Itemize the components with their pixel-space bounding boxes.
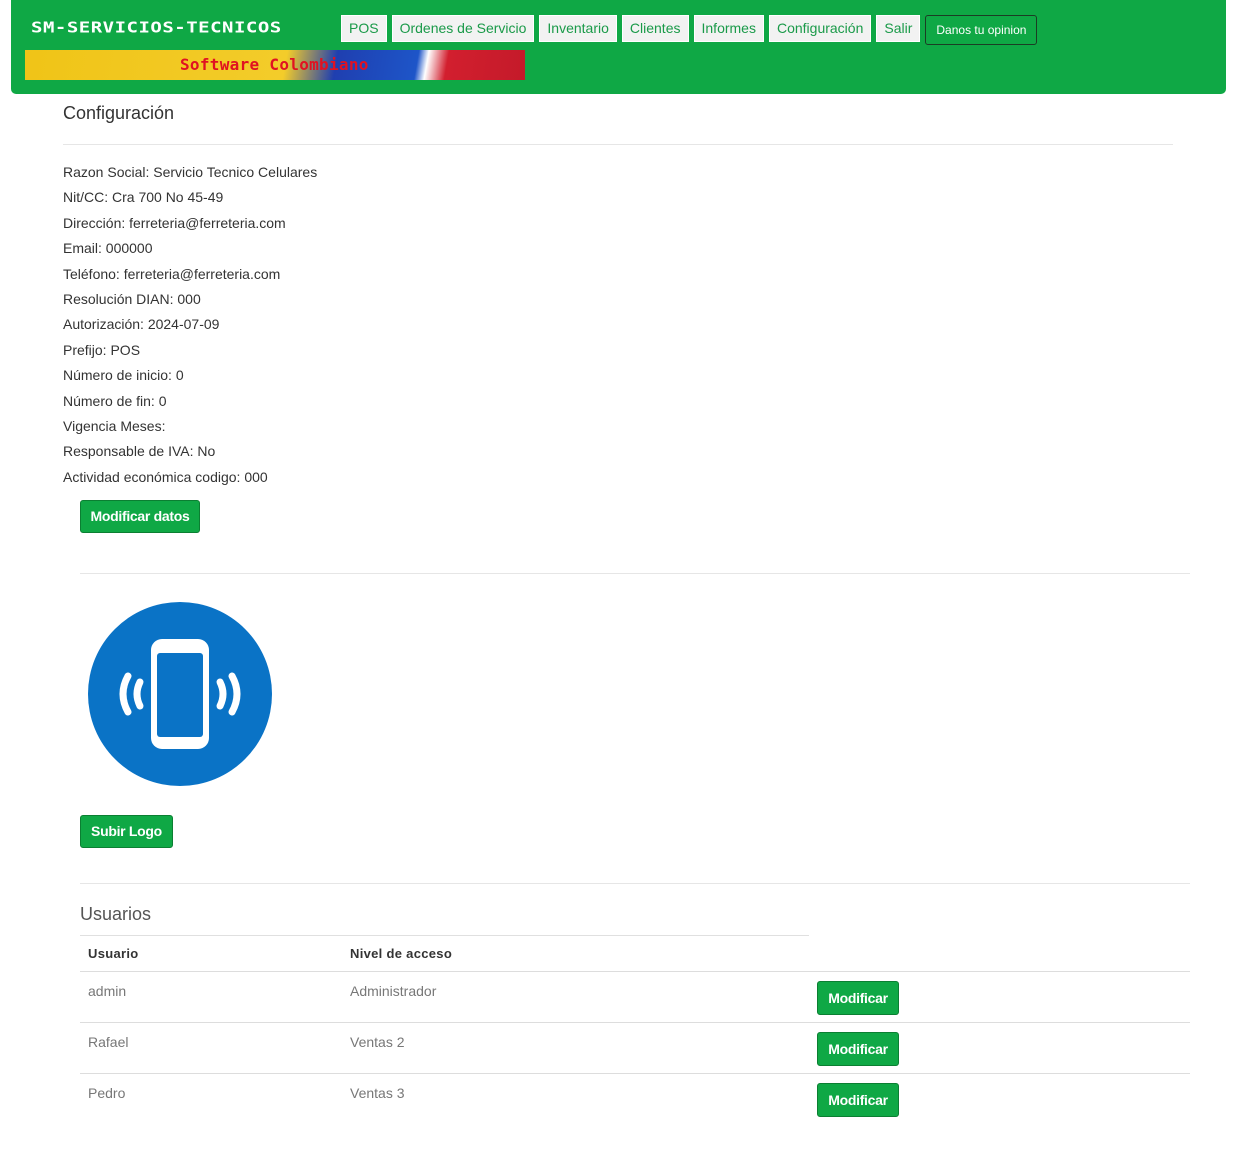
brand-logo[interactable]: SM-SERVICIOS-TECNICOS <box>31 19 282 37</box>
user-level: Ventas 2 <box>350 1034 405 1050</box>
row-divider <box>80 1022 1190 1023</box>
column-header-usuario: Usuario <box>88 946 139 961</box>
nav-salir[interactable]: Salir <box>876 15 921 42</box>
nav-ordenes-servicio[interactable]: Ordenes de Servicio <box>391 15 535 42</box>
main-nav: POS Ordenes de Servicio Inventario Clien… <box>341 15 1042 45</box>
nav-clientes[interactable]: Clientes <box>621 15 689 42</box>
users-title-divider <box>80 935 809 936</box>
user-name: Pedro <box>88 1085 126 1101</box>
info-direccion: Dirección: ferreteria@ferreteria.com <box>63 214 286 231</box>
info-nit: Nit/CC: Cra 700 No 45-49 <box>63 189 224 206</box>
nav-informes[interactable]: Informes <box>693 15 764 42</box>
info-numero-inicio: Número de inicio: 0 <box>63 367 184 384</box>
company-info: Razon Social: Servicio Tecnico Celulares… <box>63 163 317 493</box>
user-name: Rafael <box>88 1034 129 1050</box>
info-responsable-iva: Responsable de IVA: No <box>63 443 216 460</box>
user-level: Ventas 3 <box>350 1085 405 1101</box>
modify-user-button[interactable]: Modificar <box>817 1032 899 1066</box>
modify-user-button[interactable]: Modificar <box>817 981 899 1015</box>
divider <box>63 144 1173 145</box>
software-colombiano-banner: Software Colombiano <box>25 50 525 80</box>
info-vigencia-meses: Vigencia Meses: <box>63 417 166 434</box>
page-title: Configuración <box>63 103 175 123</box>
upload-logo-button[interactable]: Subir Logo <box>80 815 173 848</box>
feedback-button[interactable]: Danos tu opinion <box>925 15 1038 45</box>
modify-data-button[interactable]: Modificar datos <box>80 500 200 533</box>
info-autorizacion: Autorización: 2024-07-09 <box>63 316 220 333</box>
phone-vibrate-icon <box>88 602 272 786</box>
column-header-nivel-acceso: Nivel de acceso <box>350 946 453 961</box>
nav-configuracion[interactable]: Configuración <box>768 15 872 42</box>
nav-pos[interactable]: POS <box>341 15 387 42</box>
divider <box>80 573 1190 574</box>
divider <box>80 883 1190 884</box>
banner-text: Software Colombiano <box>180 55 369 74</box>
info-actividad-economica: Actividad económica codigo: 000 <box>63 468 268 485</box>
user-level: Administrador <box>350 983 437 999</box>
user-name: admin <box>88 983 127 999</box>
info-resolucion-dian: Resolución DIAN: 000 <box>63 290 201 307</box>
top-navbar: SM-SERVICIOS-TECNICOS POS Ordenes de Ser… <box>11 0 1226 94</box>
users-section-title: Usuarios <box>80 904 152 924</box>
info-prefijo: Prefijo: POS <box>63 341 141 358</box>
row-divider <box>80 1073 1190 1074</box>
info-telefono: Teléfono: ferreteria@ferreteria.com <box>63 265 281 282</box>
info-numero-fin: Número de fin: 0 <box>63 392 167 409</box>
modify-user-button[interactable]: Modificar <box>817 1083 899 1117</box>
table-header-divider <box>80 971 1190 972</box>
info-razon-social: Razon Social: Servicio Tecnico Celulares <box>63 164 318 180</box>
nav-inventario[interactable]: Inventario <box>539 15 617 42</box>
info-email: Email: 000000 <box>63 240 153 257</box>
company-logo <box>88 602 272 786</box>
